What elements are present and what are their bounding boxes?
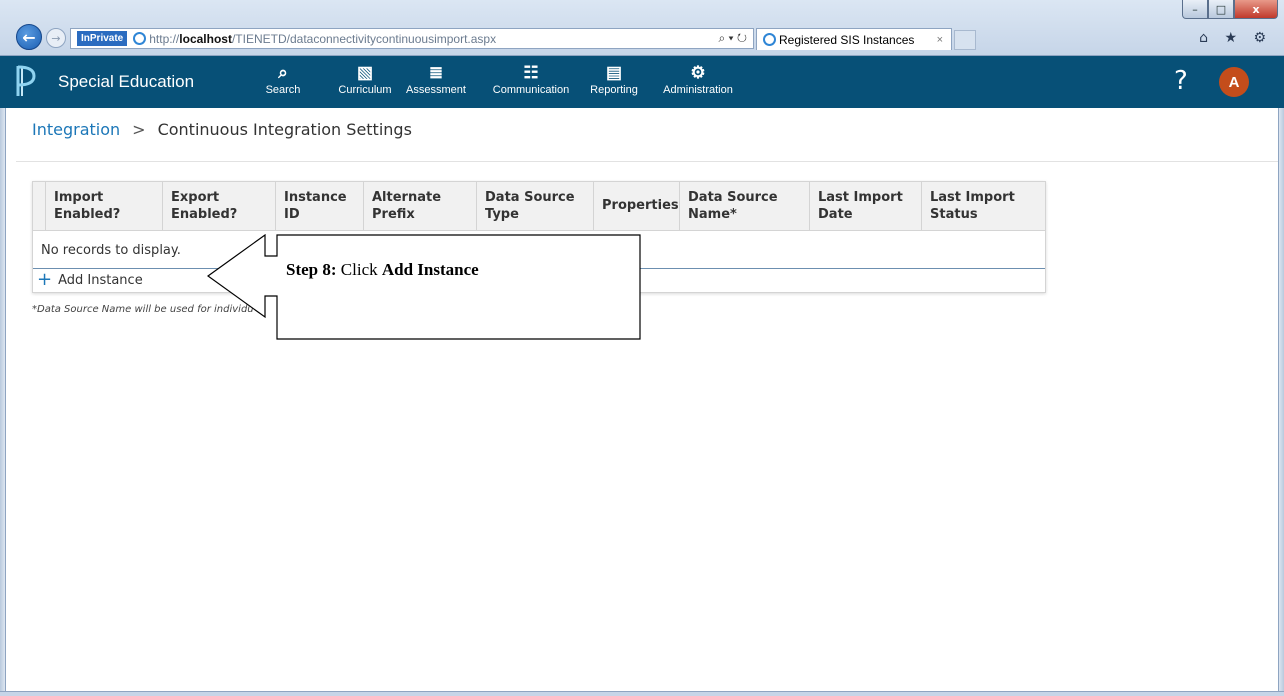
instruction-callout-arrow (207, 234, 641, 340)
window-frame-left (0, 108, 6, 696)
communication-icon: ☷ (523, 63, 539, 82)
address-bar[interactable]: InPrivate http://localhost/TIENETD/datac… (70, 28, 754, 49)
add-instance-label: Add Instance (58, 272, 143, 288)
nav-administration-label: Administration (663, 84, 733, 96)
forward-arrow-icon: → (51, 31, 61, 45)
nav-communication[interactable]: ☷ Communication (488, 62, 574, 96)
col-label-line2: ID (284, 207, 300, 222)
gear-icon: ⚙ (690, 63, 706, 82)
col-data-source-name[interactable]: Data Source Name* (679, 182, 809, 231)
col-last-import-status[interactable]: Last Import Status (921, 182, 1045, 231)
col-label-line2: Date (818, 207, 853, 222)
col-label-line1: Data Source (688, 190, 778, 205)
inprivate-badge: InPrivate (77, 31, 128, 46)
col-label-line1: Alternate (372, 190, 442, 205)
help-icon[interactable]: ? (1174, 66, 1188, 96)
breadcrumb-integration-link[interactable]: Integration (32, 120, 120, 139)
nav-administration[interactable]: ⚙ Administration (656, 62, 740, 96)
nav-curriculum-label: Curriculum (338, 84, 392, 96)
nav-reporting[interactable]: ▤ Reporting (586, 62, 642, 96)
ie-page-icon (133, 32, 147, 45)
col-properties[interactable]: Properties (593, 182, 679, 231)
instruction-callout-text: Step 8: Click Add Instance (286, 260, 479, 280)
col-label-line2: Name* (688, 207, 737, 222)
search-icon: ⌕ (278, 63, 288, 82)
header-divider (16, 161, 1284, 162)
callout-verb: Click (340, 260, 378, 279)
col-export-enabled[interactable]: Export Enabled? (162, 182, 275, 231)
tab-registered-sis-instances[interactable]: Registered SIS Instances × (756, 28, 952, 50)
col-label-line1: Import (54, 190, 104, 205)
col-label-line2: Type (485, 207, 519, 222)
add-instance-button[interactable]: + Add Instance (37, 271, 143, 289)
callout-step-label: Step 8: (286, 260, 337, 279)
search-refresh-icons[interactable]: ⌕ ▾ ↻ (718, 31, 747, 46)
col-import-enabled[interactable]: Import Enabled? (45, 182, 163, 231)
col-label-line1: Last Import (818, 190, 903, 205)
book-icon: ▧ (356, 63, 374, 82)
powerschool-logo-icon (16, 65, 36, 96)
empty-message: No records to display. (41, 243, 181, 258)
url-prefix: http:// (149, 31, 180, 46)
ie-tab-icon (763, 33, 776, 46)
col-label-line2: Prefix (372, 207, 415, 222)
tab-close-icon[interactable]: × (937, 34, 943, 46)
page-title: Continuous Integration Settings (157, 120, 412, 139)
col-label-line2: Enabled? (171, 207, 238, 222)
report-icon: ▤ (605, 63, 623, 82)
forward-button[interactable]: → (46, 28, 66, 48)
col-label-line1: Properties (602, 198, 679, 213)
nav-communication-label: Communication (492, 84, 570, 96)
plus-icon: + (37, 269, 53, 290)
avatar[interactable]: A (1219, 67, 1249, 97)
window-controls: – □ x (1182, 0, 1278, 19)
col-label-line1: Data Source (485, 190, 575, 205)
breadcrumb-separator: > (132, 120, 146, 139)
clipboard-icon: ≣ (428, 63, 444, 82)
nav-search[interactable]: ⌕ Search (265, 62, 301, 96)
nav-assessment[interactable]: ≣ Assessment (405, 62, 467, 96)
col-label-line2: Status (930, 207, 978, 222)
back-arrow-icon: ← (22, 27, 36, 47)
tab-title: Registered SIS Instances (779, 32, 915, 47)
back-button[interactable]: ← (16, 24, 42, 50)
grid-header: Import Enabled? Export Enabled? Instance… (33, 182, 1045, 231)
col-alternate-prefix[interactable]: Alternate Prefix (363, 182, 476, 231)
nav-assessment-label: Assessment (406, 84, 466, 96)
home-favorites-settings-icons[interactable]: ⌂ ★ ⚙ (1199, 30, 1272, 46)
url-path: /TIENETD/dataconnectivitycontinuousimpor… (231, 31, 497, 46)
col-label-line1: Instance (284, 190, 347, 205)
nav-reporting-label: Reporting (590, 84, 638, 96)
window-frame-right (1278, 108, 1284, 696)
col-label-line1: Export (171, 190, 220, 205)
col-label-line1: Last Import (930, 190, 1015, 205)
browser-chrome: – □ x ← → InPrivate http://localhost/TIE… (0, 0, 1284, 56)
url-host: localhost (179, 31, 232, 46)
col-label-line2: Enabled? (54, 207, 121, 222)
col-last-import-date[interactable]: Last Import Date (809, 182, 921, 231)
app-title: Special Education (58, 72, 195, 91)
window-frame-bottom (0, 691, 1284, 696)
nav-search-label: Search (265, 84, 301, 96)
col-data-source-type[interactable]: Data Source Type (476, 182, 593, 231)
app-header: Special Education ⌕ Search ▧ Curriculum … (0, 56, 1284, 108)
nav-curriculum[interactable]: ▧ Curriculum (334, 62, 396, 96)
url-text[interactable]: http://localhost/TIENETD/dataconnectivit… (149, 32, 496, 46)
maximize-button[interactable]: □ (1208, 0, 1234, 19)
new-tab-button[interactable] (954, 30, 976, 50)
col-instance-id[interactable]: Instance ID (275, 182, 363, 231)
close-button[interactable]: x (1234, 0, 1278, 19)
callout-target: Add Instance (381, 260, 479, 279)
minimize-button[interactable]: – (1182, 0, 1208, 19)
breadcrumb: Integration > Continuous Integration Setti… (32, 120, 412, 139)
